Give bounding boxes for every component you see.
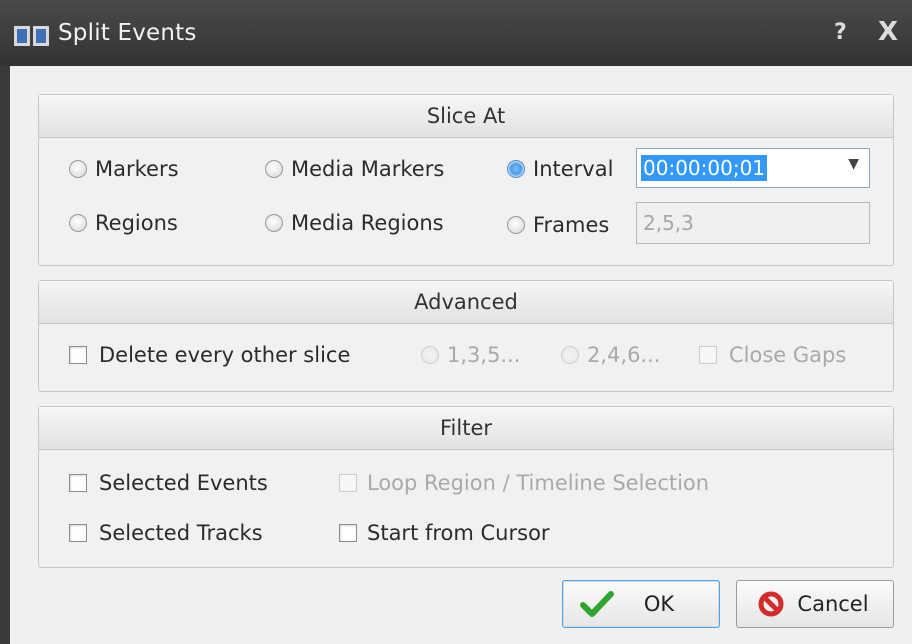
selected-events-box[interactable]	[69, 474, 87, 492]
frames-label: Frames	[533, 213, 610, 237]
delete-every-other-slice-box[interactable]	[69, 346, 87, 364]
chevron-down-icon[interactable]: ▼	[848, 156, 859, 172]
close-gaps-box	[699, 346, 717, 364]
frames-radio[interactable]: Frames	[507, 213, 609, 237]
start-from-cursor-checkbox[interactable]: Start from Cursor	[339, 521, 550, 545]
advanced-group: Advanced Delete every other slice 1,3,5.…	[38, 280, 894, 392]
window-title: Split Events	[58, 20, 197, 46]
regions-radio-button[interactable]	[69, 214, 87, 232]
interval-label: Interval	[533, 157, 614, 181]
selected-tracks-label: Selected Tracks	[99, 521, 263, 545]
selected-events-label: Selected Events	[99, 471, 268, 495]
start-from-cursor-box[interactable]	[339, 524, 357, 542]
close-gaps-label: Close Gaps	[729, 343, 847, 367]
start-from-cursor-label: Start from Cursor	[367, 521, 550, 545]
selected-tracks-box[interactable]	[69, 524, 87, 542]
markers-radio-button[interactable]	[69, 160, 87, 178]
no-entry-icon	[751, 589, 791, 619]
regions-radio[interactable]: Regions	[69, 211, 178, 235]
title-bar: Split Events ? X	[0, 0, 912, 66]
media-markers-label: Media Markers	[291, 157, 445, 181]
filter-group: Filter Selected Events Loop Region / Tim…	[38, 406, 894, 568]
markers-radio[interactable]: Markers	[69, 157, 179, 181]
odd-slices-radio: 1,3,5...	[421, 343, 520, 367]
ok-button[interactable]: OK	[562, 580, 720, 628]
interval-radio[interactable]: Interval	[507, 157, 613, 181]
interval-value[interactable]: 00:00:00;01	[641, 155, 768, 181]
interval-radio-button[interactable]	[507, 160, 525, 178]
markers-label: Markers	[95, 157, 179, 181]
selected-events-checkbox[interactable]: Selected Events	[69, 471, 268, 495]
film-strip-icon	[14, 26, 49, 46]
help-icon[interactable]: ?	[834, 20, 847, 45]
even-slices-radio: 2,4,6...	[561, 343, 660, 367]
delete-every-other-slice-checkbox[interactable]: Delete every other slice	[69, 343, 350, 367]
even-slices-label: 2,4,6...	[587, 343, 661, 367]
dialog-body: Slice At Markers Media Markers Interval …	[10, 66, 912, 644]
checkmark-icon	[577, 589, 617, 619]
delete-every-other-slice-label: Delete every other slice	[99, 343, 351, 367]
media-regions-radio-button[interactable]	[265, 214, 283, 232]
frames-value: 2,5,3	[643, 211, 694, 235]
close-gaps-checkbox: Close Gaps	[699, 343, 846, 367]
media-markers-radio[interactable]: Media Markers	[265, 157, 444, 181]
advanced-header: Advanced	[39, 281, 893, 324]
media-markers-radio-button[interactable]	[265, 160, 283, 178]
regions-label: Regions	[95, 211, 178, 235]
odd-slices-label: 1,3,5...	[447, 343, 521, 367]
cancel-button[interactable]: Cancel	[736, 580, 894, 628]
frames-field[interactable]: 2,5,3	[636, 202, 870, 244]
interval-combo[interactable]: 00:00:00;01 ▼	[636, 148, 870, 188]
cancel-label: Cancel	[797, 592, 869, 616]
even-slices-radio-button	[561, 346, 579, 364]
frames-radio-button[interactable]	[507, 216, 525, 234]
selected-tracks-checkbox[interactable]: Selected Tracks	[69, 521, 263, 545]
loop-region-label: Loop Region / Timeline Selection	[367, 471, 710, 495]
media-regions-label: Media Regions	[291, 211, 444, 235]
media-regions-radio[interactable]: Media Regions	[265, 211, 444, 235]
close-icon[interactable]: X	[878, 17, 898, 47]
loop-region-checkbox: Loop Region / Timeline Selection	[339, 471, 709, 495]
odd-slices-radio-button	[421, 346, 439, 364]
loop-region-box	[339, 474, 357, 492]
ok-label: OK	[643, 592, 675, 616]
slice-at-header: Slice At	[39, 95, 893, 138]
filter-header: Filter	[39, 407, 893, 450]
